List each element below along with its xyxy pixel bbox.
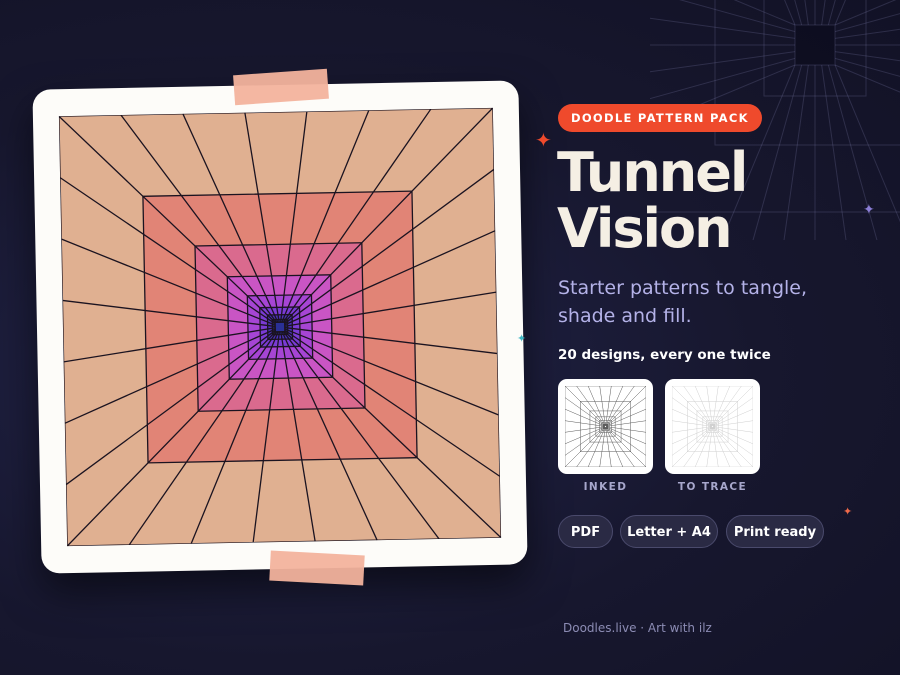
trace-pattern-preview — [672, 386, 753, 467]
thumbnail-label-trace: TO TRACE — [677, 481, 748, 493]
subtitle: Starter patterns to tangle, shade and fi… — [558, 277, 808, 327]
format-chip-pdf: PDF — [558, 515, 613, 548]
format-chip-paper-size: Letter + A4 — [620, 515, 718, 548]
format-chip-print-ready: Print ready — [726, 515, 824, 548]
four-point-star-icon: ✦ — [517, 332, 527, 345]
footer-credit: Doodles.live · Art with ilz — [563, 621, 712, 635]
thumbnail-label-inked: INKED — [583, 481, 628, 493]
background-grid-line — [650, 17, 796, 39]
background-grid-line — [834, 0, 897, 26]
inked-pattern-preview — [565, 386, 646, 467]
tape-strip-bottom — [269, 550, 365, 586]
four-point-star-icon: ✦ — [863, 202, 875, 218]
tunnel-core — [711, 425, 714, 428]
title-line-1: Tunnel — [557, 141, 748, 204]
background-grid-line — [650, 51, 796, 73]
thumbnail-to-trace — [665, 379, 760, 474]
background-grid-line — [834, 51, 900, 62]
background-grid-line — [834, 13, 900, 33]
tunnel-core — [604, 425, 607, 428]
four-point-star-icon: ✦ — [843, 505, 853, 518]
thumbnail-inked — [558, 379, 653, 474]
background-grid-core — [794, 24, 836, 66]
background-grid-line — [821, 0, 826, 26]
product-badge: DOODLE PATTERN PACK — [558, 104, 762, 132]
title-line-2: Vision — [557, 197, 733, 260]
background-grid-line — [834, 28, 900, 39]
background-grid-line — [834, 57, 900, 77]
tunnel-core — [274, 321, 286, 333]
tunnel-pattern-artwork — [58, 107, 502, 547]
designs-note: 20 designs, every one twice — [558, 347, 771, 363]
background-grid-line — [804, 0, 809, 26]
pattern-preview-card — [32, 80, 528, 574]
four-point-star-icon: ✦ — [535, 128, 552, 152]
page-title: Tunnel Vision — [557, 145, 857, 257]
